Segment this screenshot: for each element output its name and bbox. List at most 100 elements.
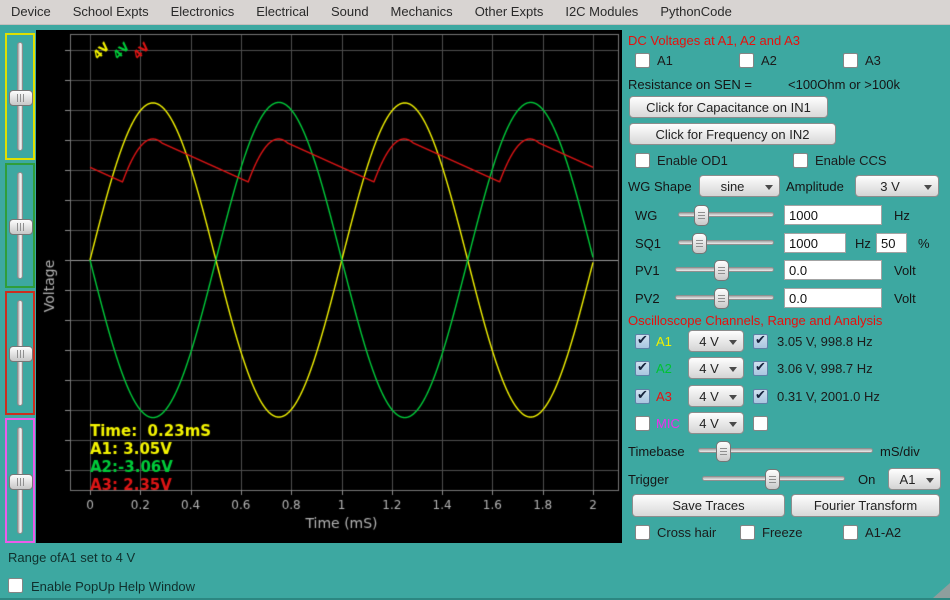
dc-a3-label: A3 [865, 53, 881, 68]
a1-minus-a2-label: A1-A2 [865, 525, 902, 540]
slider-thumb[interactable] [693, 205, 709, 226]
slider-thumb[interactable] [9, 89, 33, 106]
timebase-slider[interactable] [698, 441, 873, 462]
sq1-duty-input[interactable] [876, 233, 907, 253]
channel-a2-analyze-checkbox[interactable] [753, 359, 768, 376]
slider-thumb[interactable] [765, 469, 781, 490]
channel-a3-enable-checkbox[interactable] [635, 387, 650, 404]
wg-shape-label: WG Shape [628, 179, 692, 194]
slider-thumb[interactable] [9, 346, 33, 362]
enable-ccs-label: Enable CCS [815, 153, 887, 168]
offset-slider-a3[interactable] [5, 291, 35, 415]
a1-minus-a2-checkbox[interactable] [843, 525, 858, 540]
slider-thumb[interactable] [9, 218, 33, 235]
pv1-unit-label: Volt [894, 263, 916, 278]
wg-unit-label: Hz [894, 208, 910, 223]
channel-a1-label: A1 [656, 334, 672, 349]
offset-slider-mic[interactable] [5, 418, 35, 543]
pv1-slider[interactable] [675, 260, 774, 281]
sq1-label: SQ1 [635, 236, 662, 251]
channel-a1-range-value: 4 V [699, 333, 719, 349]
menu-item-electronics[interactable]: Electronics [160, 0, 246, 24]
freeze-checkbox[interactable] [740, 525, 755, 540]
channel-mic-analyze-checkbox[interactable] [753, 416, 768, 431]
status-message: Range ofA1 set to 4 V [8, 550, 136, 565]
dc-a1-label: A1 [657, 53, 673, 68]
pv1-label: PV1 [635, 263, 660, 278]
channel-a1-range-dropdown[interactable]: 4 V [688, 330, 744, 352]
enable-ccs-checkbox[interactable] [793, 153, 808, 168]
slider-thumb[interactable] [713, 260, 729, 281]
offset-slider-a2[interactable] [5, 163, 35, 288]
slider-thumb[interactable] [691, 233, 707, 254]
wg-slider[interactable] [678, 205, 774, 226]
menu-item-device[interactable]: Device [0, 0, 62, 24]
resize-grip[interactable] [933, 583, 950, 598]
frequency-button[interactable]: Click for Frequency on IN2 [629, 123, 836, 145]
dc-voltages-title: DC Voltages at A1, A2 and A3 [628, 33, 801, 48]
pv2-slider[interactable] [675, 288, 774, 309]
sq1-frequency-input[interactable] [784, 233, 846, 253]
scope-channels-title: Oscilloscope Channels, Range and Analysi… [628, 313, 883, 328]
trigger-source-value: A1 [899, 471, 916, 487]
dc-a1-checkbox[interactable] [635, 53, 650, 68]
cross-hair-checkbox[interactable] [635, 525, 650, 540]
sq1-slider[interactable] [678, 233, 774, 254]
pv1-voltage-input[interactable] [784, 260, 882, 280]
oscilloscope-plot-area [36, 30, 622, 543]
wg-shape-dropdown[interactable]: sine [699, 175, 780, 197]
menu-bar: Device School Expts Electronics Electric… [0, 0, 950, 25]
dc-a3-checkbox[interactable] [843, 53, 858, 68]
menu-item-pythoncode[interactable]: PythonCode [649, 0, 743, 24]
dc-a2-checkbox[interactable] [739, 53, 754, 68]
dc-a2-label: A2 [761, 53, 777, 68]
application-window: { "menu": { "items": ["Device", "School … [0, 0, 950, 600]
menu-item-electrical[interactable]: Electrical [245, 0, 320, 24]
channel-a3-range-value: 4 V [699, 388, 719, 404]
channel-a1-enable-checkbox[interactable] [635, 332, 650, 349]
offset-slider-a1[interactable] [5, 33, 35, 160]
amplitude-value: 3 V [880, 178, 900, 194]
trigger-source-dropdown[interactable]: A1 [888, 468, 941, 490]
channel-a3-label: A3 [656, 389, 672, 404]
resistance-value: <100Ohm or >100k [788, 77, 901, 92]
timebase-unit-label: mS/div [880, 444, 920, 459]
chevron-down-icon [926, 478, 934, 483]
menu-item-other-expts[interactable]: Other Expts [464, 0, 555, 24]
channel-a1-analyze-checkbox[interactable] [753, 332, 768, 349]
menu-item-sound[interactable]: Sound [320, 0, 380, 24]
popup-help-label: Enable PopUp Help Window [31, 579, 196, 594]
slider-thumb[interactable] [716, 441, 732, 462]
menu-item-i2c-modules[interactable]: I2C Modules [554, 0, 649, 24]
sq1-unit-label: Hz [855, 236, 871, 251]
save-traces-button[interactable]: Save Traces [632, 494, 785, 517]
enable-od1-checkbox[interactable] [635, 153, 650, 168]
channel-a2-enable-checkbox[interactable] [635, 359, 650, 376]
fourier-transform-button[interactable]: Fourier Transform [791, 494, 940, 517]
timebase-label: Timebase [628, 444, 685, 459]
popup-help-checkbox[interactable] [8, 578, 23, 593]
capacitance-button[interactable]: Click for Capacitance on IN1 [629, 96, 828, 118]
wg-frequency-input[interactable] [784, 205, 882, 225]
enable-od1-label: Enable OD1 [657, 153, 728, 168]
trigger-slider[interactable] [702, 469, 845, 490]
chevron-down-icon [924, 185, 932, 190]
chevron-down-icon [729, 422, 737, 427]
channel-a2-range-dropdown[interactable]: 4 V [688, 357, 744, 379]
pv2-voltage-input[interactable] [784, 288, 882, 308]
channel-mic-label: MIC [656, 416, 680, 431]
channel-mic-enable-checkbox[interactable] [635, 416, 650, 431]
slider-thumb[interactable] [713, 288, 729, 309]
channel-a3-range-dropdown[interactable]: 4 V [688, 385, 744, 407]
chevron-down-icon [729, 395, 737, 400]
slider-thumb[interactable] [9, 473, 33, 490]
pv2-unit-label: Volt [894, 291, 916, 306]
oscilloscope-canvas[interactable] [36, 30, 622, 543]
resistance-label: Resistance on SEN = [628, 77, 752, 92]
menu-item-mechanics[interactable]: Mechanics [380, 0, 464, 24]
channel-a1-reading: 3.05 V, 998.8 Hz [777, 334, 873, 349]
channel-mic-range-dropdown[interactable]: 4 V [688, 412, 744, 434]
channel-a3-analyze-checkbox[interactable] [753, 387, 768, 404]
menu-item-school-expts[interactable]: School Expts [62, 0, 160, 24]
amplitude-dropdown[interactable]: 3 V [855, 175, 939, 197]
